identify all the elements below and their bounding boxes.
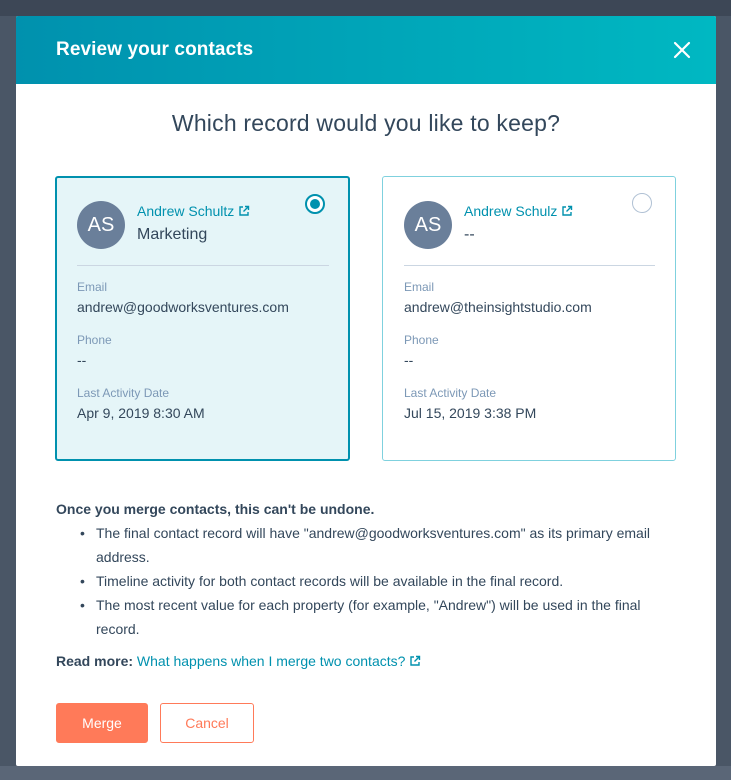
contact-name: Andrew Schultz — [137, 203, 235, 219]
merge-button[interactable]: Merge — [56, 703, 148, 743]
merge-info-list: The final contact record will have "andr… — [56, 521, 676, 641]
page-backdrop-top — [0, 0, 731, 16]
email-label: Email — [77, 280, 108, 294]
merge-contacts-modal: Review your contacts Which record would … — [16, 16, 716, 766]
divider — [404, 265, 655, 266]
divider — [77, 265, 329, 266]
record-cards: AS Andrew Schultz Marketing Email andrew… — [55, 176, 677, 462]
phone-value: -- — [404, 352, 414, 368]
contact-name: Andrew Schulz — [464, 203, 558, 219]
email-label: Email — [404, 280, 435, 294]
record-card-2[interactable]: AS Andrew Schulz -- Email andrew@theinsi… — [382, 176, 676, 461]
avatar: AS — [77, 201, 125, 249]
avatar: AS — [404, 201, 452, 249]
read-more: Read more: What happens when I merge two… — [56, 653, 421, 669]
contact-name-link[interactable]: Andrew Schultz — [137, 203, 250, 219]
cancel-button[interactable]: Cancel — [160, 703, 254, 743]
merge-warning: Once you merge contacts, this can't be u… — [56, 501, 375, 517]
modal-header: Review your contacts — [16, 16, 716, 84]
last-activity-label: Last Activity Date — [404, 386, 497, 400]
phone-value: -- — [77, 352, 87, 368]
read-more-link-text: What happens when I merge two contacts? — [136, 653, 406, 669]
last-activity-value: Jul 15, 2019 3:38 PM — [404, 405, 537, 421]
close-button[interactable] — [670, 38, 694, 62]
external-link-icon — [562, 205, 573, 216]
email-value: andrew@theinsightstudio.com — [404, 299, 592, 315]
contact-company: -- — [464, 226, 475, 243]
modal-title: Review your contacts — [56, 39, 254, 60]
page-backdrop-bottom — [0, 766, 731, 780]
contact-company: Marketing — [137, 226, 208, 243]
last-activity-value: Apr 9, 2019 8:30 AM — [77, 405, 205, 421]
list-item: Timeline activity for both contact recor… — [56, 569, 676, 593]
close-icon — [673, 41, 691, 59]
list-item: The final contact record will have "andr… — [56, 521, 676, 569]
record-1-radio[interactable] — [305, 194, 325, 214]
modal-actions: Merge Cancel — [56, 703, 254, 743]
external-link-icon — [410, 655, 421, 666]
record-card-1[interactable]: AS Andrew Schultz Marketing Email andrew… — [55, 176, 350, 461]
record-2-radio[interactable] — [632, 193, 652, 213]
phone-label: Phone — [77, 333, 112, 347]
read-more-link[interactable]: What happens when I merge two contacts? — [137, 653, 421, 669]
record-question: Which record would you like to keep? — [171, 110, 561, 136]
read-more-label: Read more: — [56, 653, 134, 669]
email-value: andrew@goodworksventures.com — [77, 299, 289, 315]
list-item: The most recent value for each property … — [56, 593, 676, 641]
contact-name-link[interactable]: Andrew Schulz — [464, 203, 573, 219]
phone-label: Phone — [404, 333, 439, 347]
last-activity-label: Last Activity Date — [77, 386, 170, 400]
merge-info: Once you merge contacts, this can't be u… — [56, 497, 676, 641]
external-link-icon — [239, 205, 250, 216]
